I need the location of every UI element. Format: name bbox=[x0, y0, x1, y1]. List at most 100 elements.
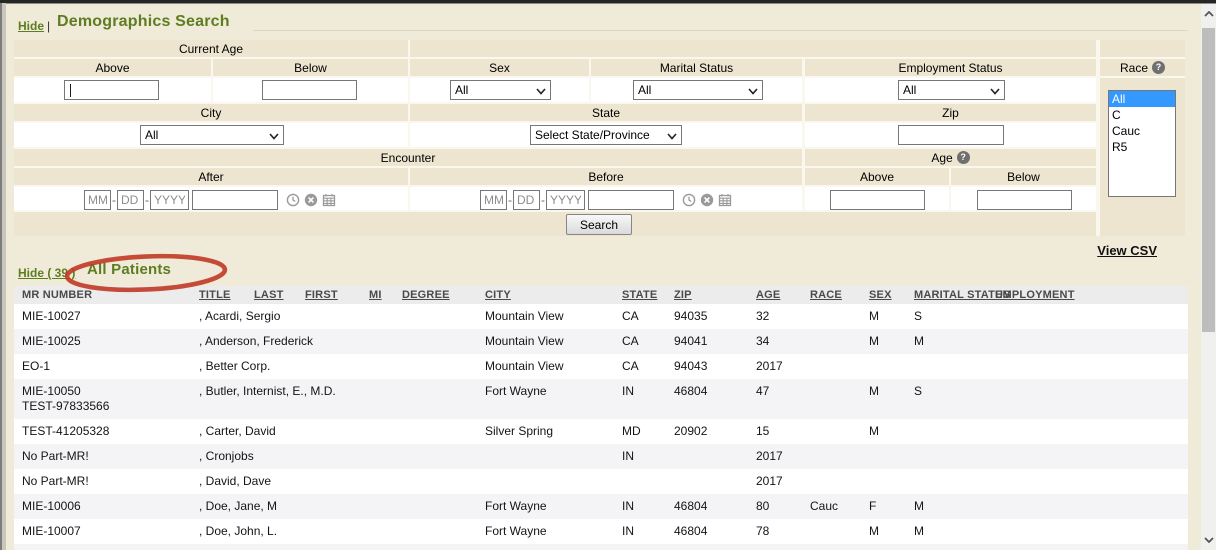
calendar-icon[interactable] bbox=[718, 193, 732, 207]
race-listbox[interactable]: AllCCaucR5 bbox=[1108, 90, 1176, 197]
after-date-input[interactable] bbox=[192, 190, 278, 210]
after-day-input[interactable] bbox=[117, 190, 144, 210]
sort-link[interactable]: SEX bbox=[869, 289, 892, 301]
col-header-title: TITLE bbox=[199, 286, 254, 304]
vertical-scrollbar[interactable] bbox=[1201, 4, 1216, 550]
sort-link[interactable]: AGE bbox=[756, 289, 780, 301]
cell-marital: M bbox=[914, 519, 995, 544]
clock-icon[interactable] bbox=[286, 193, 300, 207]
search-button[interactable]: Search bbox=[566, 214, 632, 235]
cell-marital bbox=[914, 444, 995, 469]
age-below-input[interactable] bbox=[977, 190, 1072, 210]
current-age-below-label: Below bbox=[213, 59, 408, 76]
after-year-input[interactable] bbox=[150, 190, 189, 210]
cell-sex bbox=[869, 469, 914, 494]
sort-link[interactable]: CITY bbox=[485, 289, 511, 301]
cell-zip: 94041 bbox=[674, 329, 756, 354]
cell-city: Fort Wayne bbox=[485, 494, 622, 519]
zip-label: Zip bbox=[805, 104, 1096, 121]
hide-results-link[interactable]: Hide ( 39 ) bbox=[18, 266, 75, 280]
cell-city: Mountain View bbox=[485, 329, 622, 354]
sort-link[interactable]: STATE bbox=[622, 289, 657, 301]
age-below-label: Below bbox=[951, 168, 1096, 185]
col-header-race: RACE bbox=[810, 286, 869, 304]
calendar-icon[interactable] bbox=[322, 193, 336, 207]
table-row[interactable]: TEST-41205328, Carter, DavidSilver Sprin… bbox=[14, 419, 1188, 444]
patients-table-head: MR NUMBERTITLELASTFIRSTMIDEGREECITYSTATE… bbox=[14, 286, 1188, 304]
cell-city: Mountain View bbox=[485, 304, 622, 329]
table-row[interactable]: EO-1, Better Corp.Mountain ViewCA9404320… bbox=[14, 354, 1188, 379]
cell-age: 15 bbox=[756, 419, 810, 444]
hide-search-link[interactable]: Hide bbox=[18, 19, 44, 33]
table-row[interactable]: No Part-MR!, CronjobsIN2017 bbox=[14, 444, 1188, 469]
header-row: MR NUMBERTITLELASTFIRSTMIDEGREECITYSTATE… bbox=[14, 286, 1188, 304]
current-age-header: Current Age bbox=[14, 40, 408, 57]
table-row[interactable]: No Part-MR!, David, Dave2017 bbox=[14, 469, 1188, 494]
clock-icon[interactable] bbox=[682, 193, 696, 207]
table-row[interactable]: EO-2, Example, OrderFort WayneIN46804201… bbox=[14, 544, 1188, 550]
city-select[interactable]: All bbox=[140, 125, 284, 145]
race-label: Race ? bbox=[1100, 59, 1185, 76]
current-age-below-input[interactable] bbox=[262, 80, 357, 100]
view-csv-link[interactable]: View CSV bbox=[950, 243, 1157, 258]
race-option-r5[interactable]: R5 bbox=[1109, 139, 1175, 155]
cell-age: 2017 bbox=[756, 444, 810, 469]
cell-state bbox=[622, 469, 674, 494]
after-month-input[interactable] bbox=[84, 190, 111, 210]
sex-select[interactable]: All bbox=[450, 80, 551, 100]
sort-link[interactable]: FIRST bbox=[305, 289, 338, 301]
before-day-input[interactable] bbox=[513, 190, 540, 210]
sort-link[interactable]: EMPLOYMENT bbox=[995, 289, 1075, 301]
sort-link[interactable]: MI bbox=[369, 289, 382, 301]
race-option-c[interactable]: C bbox=[1109, 107, 1175, 123]
before-date-input[interactable] bbox=[588, 190, 674, 210]
race-option-all[interactable]: All bbox=[1109, 91, 1175, 107]
table-row[interactable]: MIE-10050TEST-97833566, Butler, Internis… bbox=[14, 379, 1188, 419]
cell-race bbox=[810, 354, 869, 379]
sort-link[interactable]: LAST bbox=[254, 289, 284, 301]
race-option-cauc[interactable]: Cauc bbox=[1109, 123, 1175, 139]
cell-patient-name: , Better Corp. bbox=[199, 354, 485, 379]
sex-select-value: All bbox=[455, 83, 468, 97]
cell-sex bbox=[869, 444, 914, 469]
clear-date-icon[interactable] bbox=[304, 193, 318, 207]
table-row[interactable]: MIE-10027, Acardi, SergioMountain ViewCA… bbox=[14, 304, 1188, 329]
employment-status-select[interactable]: All bbox=[898, 80, 1005, 100]
table-row[interactable]: MIE-10007, Doe, John, L.Fort WayneIN4680… bbox=[14, 519, 1188, 544]
scrollbar-thumb[interactable] bbox=[1202, 28, 1215, 332]
sort-link[interactable]: ZIP bbox=[674, 289, 692, 301]
cell-employment bbox=[995, 469, 1188, 494]
cell-race bbox=[810, 379, 869, 419]
cell-marital: M bbox=[914, 329, 995, 354]
state-select[interactable]: Select State/Province bbox=[530, 125, 682, 145]
sort-link[interactable]: TITLE bbox=[199, 289, 231, 301]
col-header-mi: MI bbox=[369, 286, 402, 304]
sort-link[interactable]: DEGREE bbox=[402, 289, 450, 301]
marital-status-label: Marital Status bbox=[591, 59, 802, 76]
scroll-down-button[interactable] bbox=[1201, 532, 1216, 548]
race-help-icon[interactable]: ? bbox=[1152, 61, 1165, 74]
clear-date-icon[interactable] bbox=[700, 193, 714, 207]
current-age-above-input[interactable] bbox=[64, 80, 159, 100]
header-separator: | bbox=[47, 19, 50, 33]
cell-mr-number: No Part-MR! bbox=[14, 469, 199, 494]
table-row[interactable]: MIE-10006, Doe, Jane, MFort WayneIN46804… bbox=[14, 494, 1188, 519]
age-help-icon[interactable]: ? bbox=[957, 151, 970, 164]
marital-status-select[interactable]: All bbox=[633, 80, 763, 100]
patients-table-wrap: MR NUMBERTITLELASTFIRSTMIDEGREECITYSTATE… bbox=[14, 286, 1188, 550]
cell-state: IN bbox=[622, 544, 674, 550]
cell-race bbox=[810, 329, 869, 354]
scroll-up-button[interactable] bbox=[1201, 6, 1216, 22]
age-above-input[interactable] bbox=[830, 190, 925, 210]
cell-race bbox=[810, 444, 869, 469]
cell-age: 78 bbox=[756, 519, 810, 544]
cell-employment bbox=[995, 354, 1188, 379]
cell-sex: M bbox=[869, 329, 914, 354]
zip-input[interactable] bbox=[898, 125, 1004, 145]
table-row[interactable]: MIE-10025, Anderson, FrederickMountain V… bbox=[14, 329, 1188, 354]
cell-zip: 46804 bbox=[674, 519, 756, 544]
before-year-input[interactable] bbox=[546, 190, 585, 210]
before-month-input[interactable] bbox=[480, 190, 507, 210]
date-dash: - bbox=[145, 193, 149, 207]
sort-link[interactable]: RACE bbox=[810, 289, 842, 301]
